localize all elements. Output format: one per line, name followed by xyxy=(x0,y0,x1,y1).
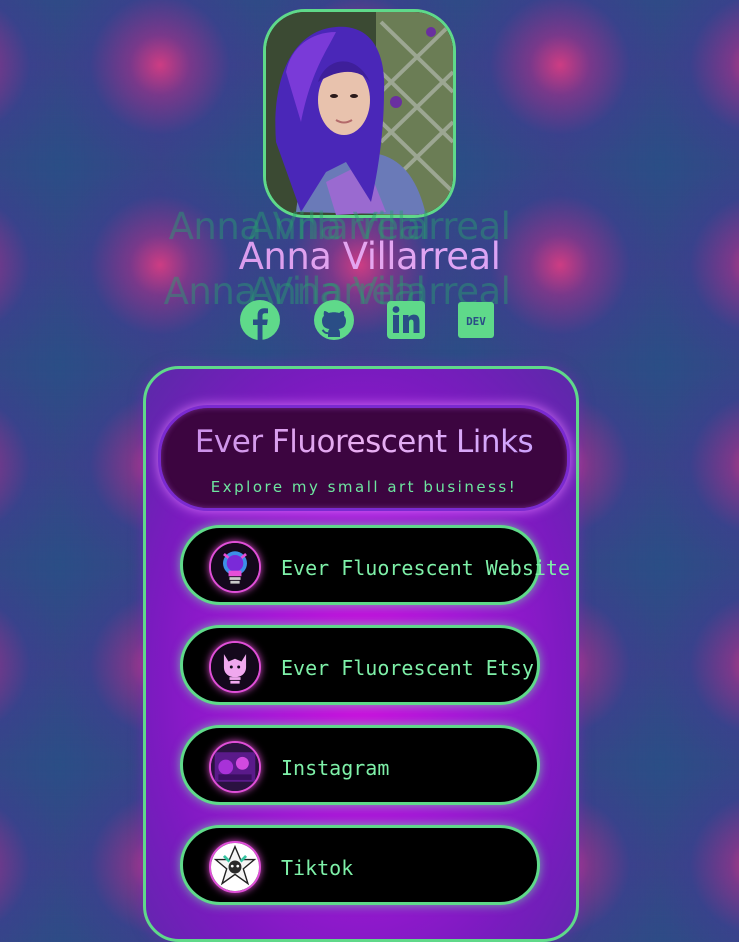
facebook-icon xyxy=(240,300,280,340)
dev-icon: DEV xyxy=(458,302,494,338)
svg-text:DEV: DEV xyxy=(466,315,486,328)
link-tiktok[interactable]: Tiktok xyxy=(180,825,540,905)
tiktok-avatar-icon xyxy=(209,841,261,893)
dev-link[interactable]: DEV xyxy=(454,298,498,342)
link-ever-fluorescent-etsy[interactable]: Ever Fluorescent Etsy xyxy=(180,625,540,705)
linkedin-link[interactable] xyxy=(384,298,428,342)
instagram-photo-icon xyxy=(209,741,261,793)
github-link[interactable] xyxy=(312,298,356,342)
facebook-link[interactable] xyxy=(238,298,282,342)
profile-photo xyxy=(266,12,453,215)
avatar xyxy=(263,9,456,218)
github-icon xyxy=(314,300,354,340)
card-subtitle: Explore my small art business! xyxy=(210,478,518,496)
link-label: Ever Fluorescent Etsy xyxy=(281,656,534,680)
bulb-cat-icon xyxy=(209,641,261,693)
card-title: Ever Fluorescent Links xyxy=(161,424,567,460)
link-label: Tiktok xyxy=(281,856,354,880)
card-header: Ever Fluorescent Links Explore my small … xyxy=(158,405,570,511)
link-label: Ever Fluorescent Website xyxy=(281,556,570,580)
link-ever-fluorescent-website[interactable]: Ever Fluorescent Website xyxy=(180,525,570,605)
link-label: Instagram xyxy=(281,756,390,780)
link-instagram[interactable]: Instagram xyxy=(180,725,540,805)
linkedin-icon xyxy=(387,301,425,339)
social-links: DEV xyxy=(0,298,739,344)
links-card: Ever Fluorescent Links Explore my small … xyxy=(143,366,579,942)
bulb-logo-icon xyxy=(209,541,261,593)
